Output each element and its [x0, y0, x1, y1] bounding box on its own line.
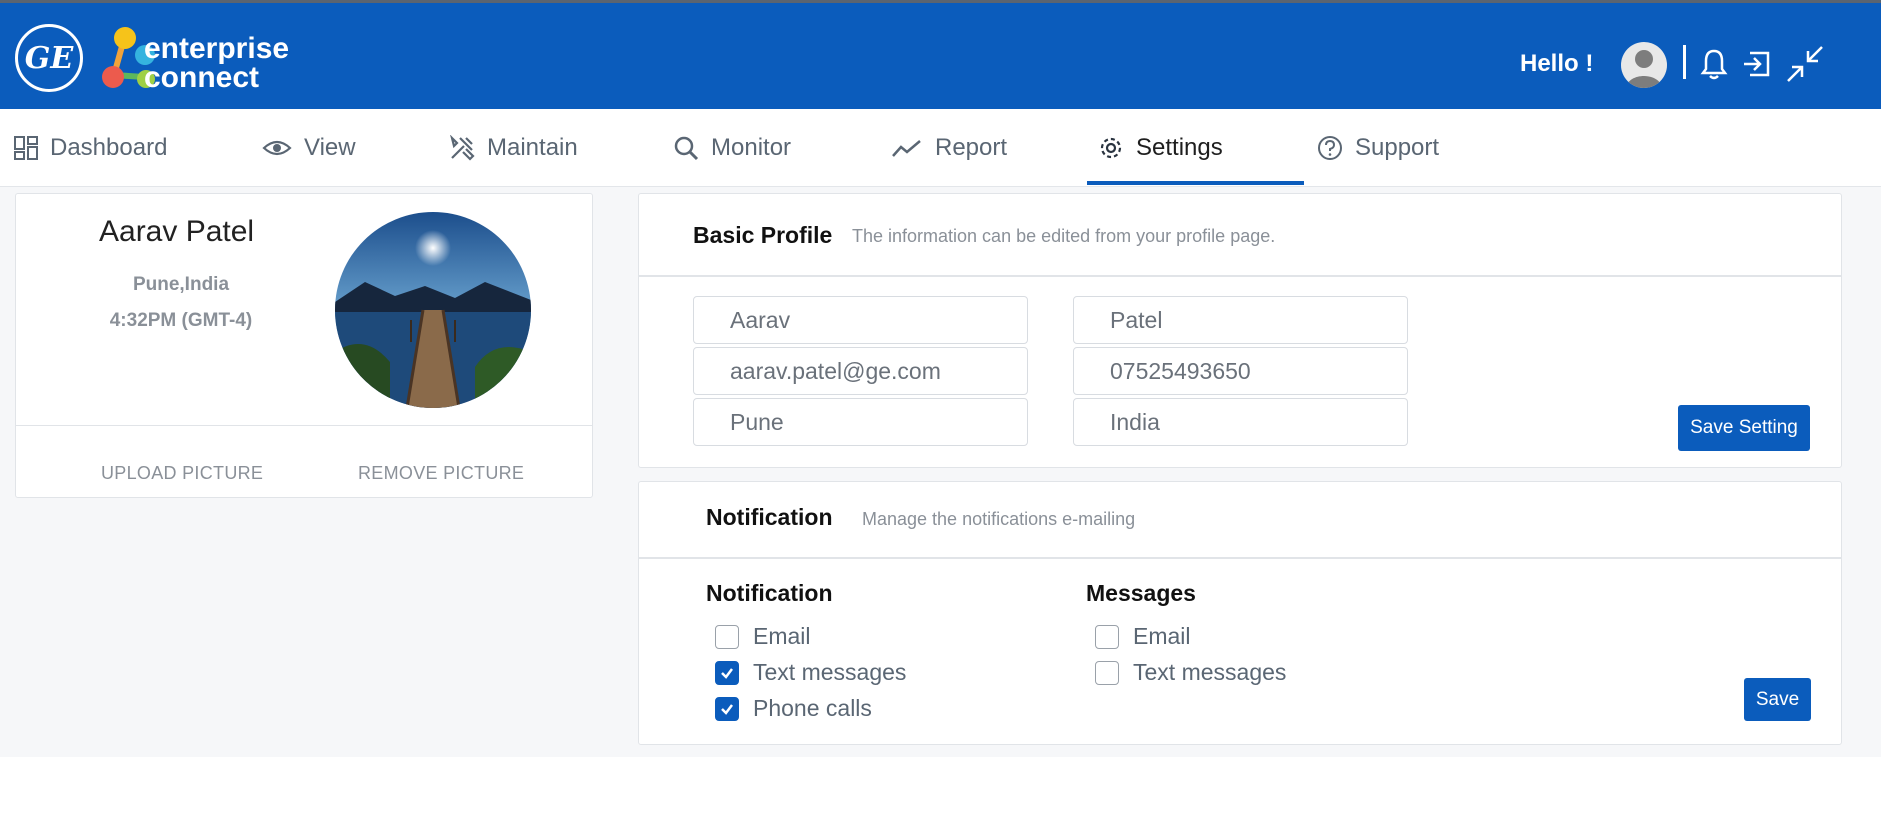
profile-location: Pune,India	[132, 274, 230, 295]
remove-picture-button[interactable]: REMOVE PICTURE	[358, 463, 524, 484]
chart-line-icon	[892, 140, 921, 157]
help-icon	[1318, 136, 1342, 160]
notif-email-checkbox[interactable]	[715, 624, 739, 649]
notif-email-option[interactable]: Email	[715, 623, 811, 650]
msg-email-label: Email	[1133, 623, 1191, 649]
enterprise-connect-logo: enterprise connect	[100, 27, 300, 93]
ge-logo: GE	[15, 24, 83, 92]
messages-column-title: Messages	[1086, 580, 1196, 606]
save-setting-button[interactable]: Save Setting	[1678, 405, 1810, 451]
upload-picture-button[interactable]: UPLOAD PICTURE	[101, 463, 263, 484]
msg-text-checkbox[interactable]	[1095, 660, 1119, 685]
check-icon	[721, 703, 733, 715]
nav-maintain[interactable]: Maintain	[449, 109, 578, 187]
profile-time: 4:32PM (GMT-4)	[109, 310, 253, 331]
nav-monitor[interactable]: Monitor	[673, 109, 791, 187]
first-name-field[interactable]: Aarav	[693, 296, 1028, 344]
bell-icon[interactable]	[1700, 47, 1728, 81]
header-divider	[1683, 45, 1686, 79]
brand-line-2: connect	[144, 61, 260, 94]
brand-line-1: enterprise	[144, 32, 290, 65]
user-icon	[1626, 50, 1662, 88]
check-icon	[721, 667, 733, 679]
tools-icon	[450, 135, 475, 161]
phone-field[interactable]: 07525493650	[1073, 347, 1408, 395]
profile-divider	[16, 425, 592, 426]
top-bar: GE enterprise connect Hello !	[0, 0, 1881, 109]
nav-view-label: View	[304, 134, 356, 161]
save-notification-button[interactable]: Save	[1744, 678, 1811, 721]
settings-content: Aarav Patel Pune,India 4:32PM (GMT-4) UP…	[0, 187, 1881, 757]
active-tab-indicator	[1087, 181, 1304, 185]
nav-maintain-label: Maintain	[487, 134, 578, 161]
gear-icon	[1100, 137, 1122, 159]
city-field[interactable]: Pune	[693, 398, 1028, 446]
user-avatar[interactable]	[1621, 42, 1667, 88]
notification-column-title: Notification	[706, 580, 833, 606]
dashboard-icon	[14, 136, 38, 160]
nav-support[interactable]: Support	[1317, 109, 1439, 187]
logout-icon[interactable]	[1740, 47, 1774, 81]
notif-text-label: Text messages	[753, 659, 907, 685]
collapse-icon[interactable]	[1784, 43, 1826, 85]
lake-dock-image	[335, 212, 531, 408]
basic-profile-subtitle: The information can be edited from your …	[852, 226, 1276, 246]
profile-photo	[335, 212, 531, 408]
profile-card: Aarav Patel Pune,India 4:32PM (GMT-4) UP…	[15, 193, 593, 498]
basic-profile-divider	[639, 275, 1841, 277]
nav-monitor-label: Monitor	[711, 134, 792, 161]
ge-logo-text: GE	[24, 40, 74, 76]
notification-title: Notification	[706, 504, 833, 530]
nav-support-label: Support	[1355, 134, 1440, 161]
nav-view[interactable]: View	[262, 109, 356, 187]
country-field[interactable]: India	[1073, 398, 1408, 446]
basic-profile-title: Basic Profile	[693, 222, 833, 248]
msg-email-checkbox[interactable]	[1095, 624, 1119, 649]
basic-profile-card: Basic Profile The information can be edi…	[638, 193, 1842, 468]
notif-text-option[interactable]: Text messages	[715, 659, 906, 686]
main-nav: Dashboard View Maintain Monitor Report S…	[0, 109, 1881, 187]
search-icon	[674, 136, 699, 161]
eye-icon	[262, 140, 292, 156]
msg-text-option[interactable]: Text messages	[1095, 659, 1286, 686]
notif-phone-checkbox[interactable]	[715, 696, 739, 721]
nav-report-label: Report	[935, 134, 1008, 161]
nav-dashboard-label: Dashboard	[50, 134, 168, 161]
notification-card: Notification Manage the notifications e-…	[638, 481, 1842, 745]
nav-dashboard[interactable]: Dashboard	[14, 109, 167, 187]
nav-settings[interactable]: Settings	[1098, 109, 1223, 187]
nav-report[interactable]: Report	[891, 109, 1007, 187]
profile-name: Aarav Patel	[99, 215, 255, 248]
notification-subtitle: Manage the notifications e-mailing	[862, 509, 1136, 529]
notification-divider	[639, 557, 1841, 559]
notif-phone-option[interactable]: Phone calls	[715, 695, 872, 722]
notif-email-label: Email	[753, 623, 811, 649]
email-field[interactable]: aarav.patel@ge.com	[693, 347, 1028, 395]
nav-settings-label: Settings	[1136, 134, 1223, 161]
msg-text-label: Text messages	[1133, 659, 1287, 685]
greeting-text: Hello !	[1520, 50, 1594, 77]
msg-email-option[interactable]: Email	[1095, 623, 1191, 650]
notif-phone-label: Phone calls	[753, 695, 872, 721]
notif-text-checkbox[interactable]	[715, 660, 739, 685]
last-name-field[interactable]: Patel	[1073, 296, 1408, 344]
